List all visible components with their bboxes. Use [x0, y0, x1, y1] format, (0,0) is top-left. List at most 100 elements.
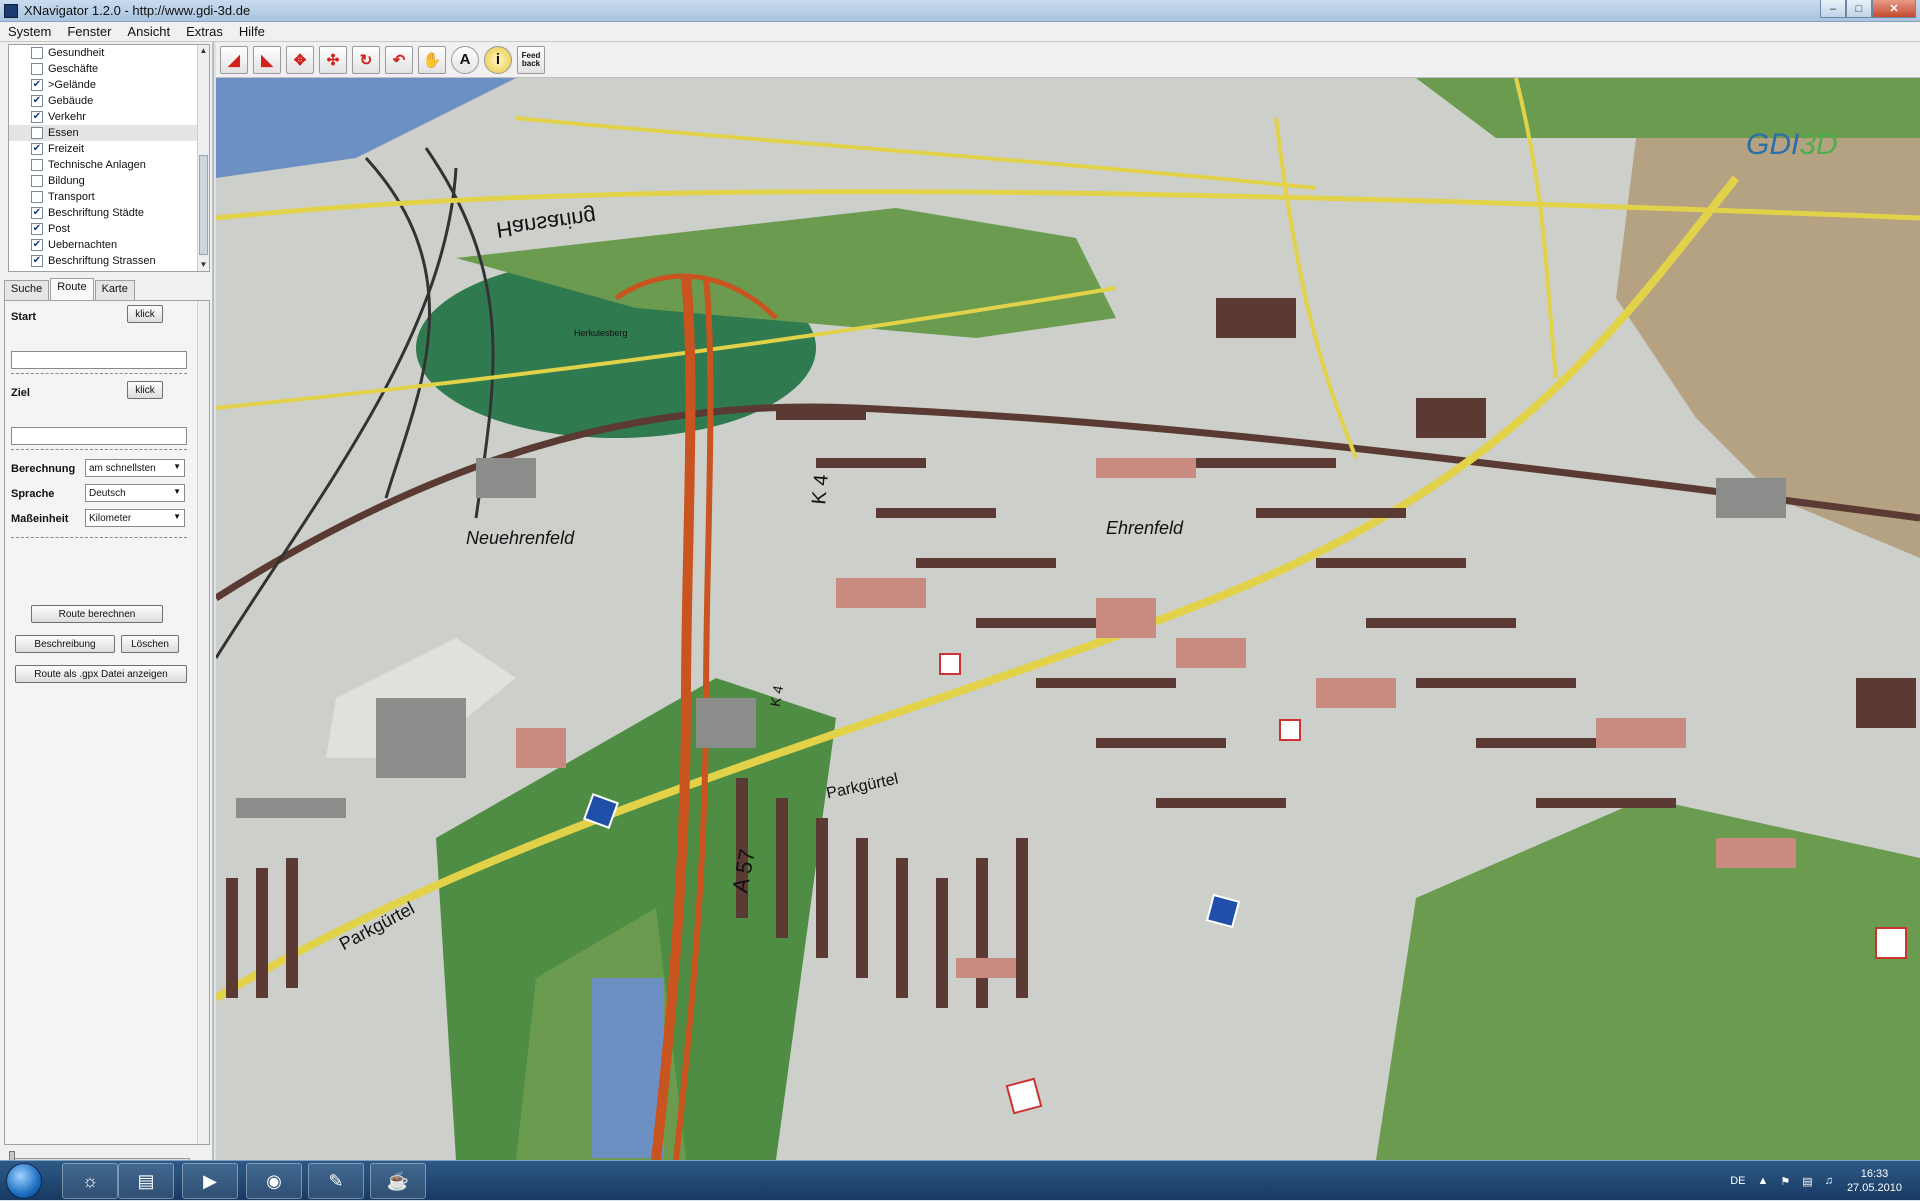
layer-label: Uebernachten [48, 239, 118, 251]
layer-item[interactable]: Geschäfte [9, 61, 209, 77]
layer-item[interactable]: ✔ Post [9, 221, 209, 237]
layer-rows: Gesundheit Geschäfte ✔ >Gelände ✔ Gebäude ✔ Ver… [9, 45, 209, 269]
firefox-icon[interactable]: ◉ [246, 1163, 302, 1199]
layer-checkbox[interactable]: ✔ [31, 255, 43, 267]
route-calc-button[interactable]: Route berechnen [31, 605, 163, 623]
layer-item[interactable]: Technische Anlagen [9, 157, 209, 173]
map-canvas[interactable] [216, 78, 1920, 1160]
layer-checkbox[interactable] [31, 159, 43, 171]
menu-extras[interactable]: Extras [178, 24, 231, 39]
layer-item[interactable]: Bildung [9, 173, 209, 189]
menu-ansicht[interactable]: Ansicht [119, 24, 178, 39]
poi-marker-icon[interactable] [1205, 893, 1241, 929]
masseinheit-select[interactable]: Kilometer ▼ [85, 509, 185, 527]
text-tool-icon[interactable]: A [451, 45, 479, 74]
layer-checkbox[interactable]: ✔ [31, 223, 43, 235]
layer-checkbox[interactable] [31, 175, 43, 187]
scroll-thumb[interactable] [199, 155, 208, 255]
menu-hilfe[interactable]: Hilfe [231, 24, 273, 39]
tilt-icon[interactable]: ◢ [220, 45, 248, 74]
paint-icon[interactable]: ✎ [308, 1163, 364, 1199]
menu-fenster[interactable]: Fenster [59, 24, 119, 39]
berechnung-select[interactable]: am schnellsten ▼ [85, 459, 185, 477]
scroll-down-icon[interactable]: ▼ [198, 259, 209, 271]
layer-checkbox[interactable]: ✔ [31, 79, 43, 91]
maximize-button[interactable]: □ [1846, 0, 1872, 18]
network-icon[interactable]: ▤ [1802, 1175, 1812, 1188]
poi-marker-icon[interactable] [1875, 927, 1907, 959]
ziel-field[interactable] [11, 427, 187, 445]
layer-checkbox[interactable]: ✔ [31, 95, 43, 107]
layer-item[interactable]: ✔ >Gelände [9, 77, 209, 93]
description-button[interactable]: Beschreibung [15, 635, 115, 653]
layer-checkbox[interactable]: ✔ [31, 239, 43, 251]
tilt-back-icon[interactable]: ◣ [253, 45, 281, 74]
layer-item[interactable]: ✔ Beschriftung Strassen [9, 253, 209, 269]
poi-marker-icon[interactable] [939, 653, 961, 675]
flag-icon[interactable]: ⚑ [1780, 1175, 1790, 1188]
layer-label: Gebäude [48, 95, 94, 107]
layer-item[interactable]: ✔ Beschriftung Städte [9, 205, 209, 221]
route-panel-scrollbar[interactable] [197, 301, 209, 1144]
tab-suche[interactable]: Suche [4, 280, 50, 300]
layer-label: >Gelände [48, 79, 97, 91]
layer-checkbox[interactable]: ✔ [31, 207, 43, 219]
menu-system[interactable]: System [0, 24, 59, 39]
start-button[interactable] [6, 1163, 42, 1199]
masseinheit-label: Maßeinheit [11, 513, 69, 525]
layer-item[interactable]: ✔ Freizeit [9, 141, 209, 157]
layer-item[interactable]: ✔ Verkehr [9, 109, 209, 125]
close-button[interactable]: ✕ [1872, 0, 1916, 18]
layer-checkbox[interactable]: ✔ [31, 143, 43, 155]
layer-list-scrollbar[interactable]: ▲ ▼ [197, 45, 209, 271]
scroll-up-icon[interactable]: ▲ [198, 45, 209, 57]
layer-item[interactable]: ✔ Gebäude [9, 93, 209, 109]
start-klick-button[interactable]: klick [127, 305, 163, 323]
layer-checkbox[interactable] [31, 47, 43, 59]
pan-icon[interactable]: ✣ [319, 45, 347, 74]
tab-karte[interactable]: Karte [94, 280, 135, 300]
java-icon[interactable]: ☕ [370, 1163, 426, 1199]
internet-explorer-icon[interactable]: ☼ [62, 1163, 118, 1199]
poi-marker-icon[interactable] [1279, 719, 1301, 741]
layer-item[interactable]: Transport [9, 189, 209, 205]
layer-item[interactable]: Gesundheit [9, 45, 209, 61]
park-north [1416, 78, 1920, 138]
hand-icon[interactable]: ✋ [418, 45, 446, 74]
start-field[interactable] [11, 351, 187, 369]
map-view[interactable]: Neuehrenfeld Ehrenfeld Hansaring Parkgür… [216, 78, 1920, 1160]
language-indicator[interactable]: DE [1730, 1175, 1745, 1187]
media-player-icon[interactable]: ▶ [182, 1163, 238, 1199]
label-ehrenfeld: Ehrenfeld [1106, 518, 1184, 538]
lake [592, 978, 664, 1158]
volume-icon[interactable]: ♫ [1825, 1175, 1833, 1187]
layer-item[interactable]: ✔ Uebernachten [9, 237, 209, 253]
delete-button[interactable]: Löschen [121, 635, 179, 653]
feedback-button[interactable]: Feed back [517, 45, 545, 74]
layer-checkbox[interactable]: ✔ [31, 111, 43, 123]
ziel-label: Ziel [11, 387, 30, 399]
tray-arrow-icon[interactable]: ▲ [1758, 1175, 1769, 1187]
ziel-klick-button[interactable]: klick [127, 381, 163, 399]
sprache-select[interactable]: Deutsch ▼ [85, 484, 185, 502]
return-icon[interactable]: ↶ [385, 45, 413, 74]
layer-label: Post [48, 223, 71, 235]
layer-checkbox[interactable] [31, 127, 43, 139]
minimize-button[interactable]: – [1820, 0, 1846, 18]
layer-checkbox[interactable] [31, 63, 43, 75]
move-icon[interactable]: ✥ [286, 45, 314, 74]
divider [11, 373, 187, 374]
layer-list: Gesundheit Geschäfte ✔ >Gelände ✔ Gebäude ✔ Ver… [8, 44, 210, 272]
info-icon[interactable]: i [484, 45, 512, 74]
rotate-icon[interactable]: ↻ [352, 45, 380, 74]
clock[interactable]: 16:33 27.05.2010 [1847, 1167, 1902, 1195]
tab-route[interactable]: Route [50, 278, 94, 300]
gpx-export-button[interactable]: Route als .gpx Datei anzeigen [15, 665, 187, 683]
label-herkulesberg: Herkulesberg [574, 328, 628, 338]
layer-item[interactable]: Essen [9, 125, 209, 141]
poi-marker-icon[interactable] [1005, 1077, 1043, 1115]
berechnung-value: am schnellsten [89, 462, 156, 474]
left-panel: Gesundheit Geschäfte ✔ >Gelände ✔ Gebäude ✔ Ver… [0, 42, 214, 1196]
folder-icon[interactable]: ▤ [118, 1163, 174, 1199]
layer-checkbox[interactable] [31, 191, 43, 203]
